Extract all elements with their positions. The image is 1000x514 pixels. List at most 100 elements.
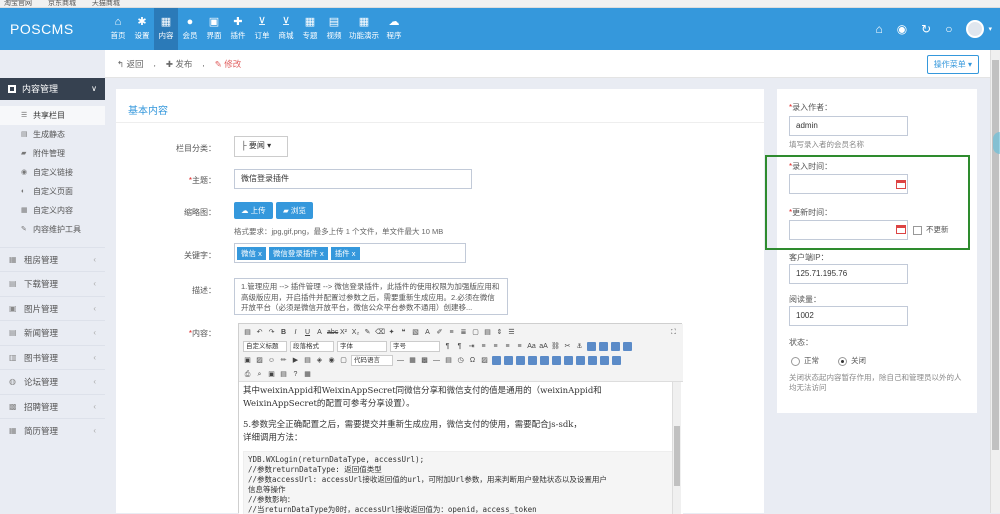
bookmark-item[interactable]: 淘宝官网 xyxy=(4,0,32,7)
operation-menu-button[interactable]: 操作菜单 ▾ xyxy=(926,55,979,74)
nav-item-plugins[interactable]: ✚ 插件 xyxy=(226,8,250,50)
insert-col-icon[interactable] xyxy=(552,356,561,365)
sidebar-subitem-custom-content[interactable]: ▦ 自定义内容 xyxy=(0,201,105,220)
image-center-icon[interactable] xyxy=(623,342,632,351)
app-logo[interactable]: POSCMS xyxy=(10,21,74,37)
ordered-list-icon[interactable]: ≡ xyxy=(447,328,456,337)
clear-doc-icon[interactable]: ▤ xyxy=(483,328,492,337)
close-icon[interactable]: x xyxy=(352,249,356,258)
sidebar-item-forum[interactable]: ◍ 论坛管理 ‹ xyxy=(0,369,105,393)
nav-item-topics[interactable]: ▦ 专题 xyxy=(298,8,322,50)
word-count-icon[interactable]: ▦ xyxy=(303,370,312,379)
editor-scrollbar[interactable] xyxy=(672,382,681,514)
delete-col-icon[interactable] xyxy=(564,356,573,365)
template-icon[interactable]: ▦ xyxy=(408,356,417,365)
auto-format-icon[interactable]: ✦ xyxy=(387,328,396,337)
align-right-icon[interactable]: ≡ xyxy=(503,342,512,351)
sidebar-item-jobs[interactable]: ▩ 招聘管理 ‹ xyxy=(0,394,105,418)
pasteplain-icon[interactable]: ▧ xyxy=(411,328,420,337)
editor-content-area[interactable]: 其中weixinAppid和WeixinAppSecret同微信分享和微信支付的… xyxy=(239,382,683,514)
unlink-icon[interactable]: ✂ xyxy=(563,342,572,351)
nav-item-orders[interactable]: ⊻ 订单 xyxy=(250,8,274,50)
refresh-icon[interactable]: ↻ xyxy=(921,22,931,36)
edit-link[interactable]: ✎ 修改 xyxy=(215,58,242,70)
merge-cells-icon[interactable] xyxy=(576,356,585,365)
direction-ltr-icon[interactable]: ¶ xyxy=(443,342,452,351)
back-link[interactable]: ↰ 返回 xyxy=(117,58,144,70)
browse-button[interactable]: ▰ 浏览 xyxy=(276,202,313,219)
gmap-icon[interactable]: ◉ xyxy=(327,356,336,365)
custom-title-select[interactable]: 自定义标题 xyxy=(243,341,287,352)
align-center-icon[interactable]: ≡ xyxy=(491,342,500,351)
chevron-down-icon[interactable]: ▾ xyxy=(988,25,992,33)
page-scrollbar[interactable] xyxy=(990,50,1000,513)
sidebar-subitem-shared-column[interactable]: ☰ 共享栏目 xyxy=(0,106,105,125)
underline-icon[interactable]: U xyxy=(303,328,312,337)
row-spacing-icon[interactable]: ⇕ xyxy=(495,328,504,337)
select-all-icon[interactable]: ▢ xyxy=(471,328,480,337)
nav-item-settings[interactable]: ✱ 设置 xyxy=(130,8,154,50)
nav-item-mall[interactable]: ⊻ 商城 xyxy=(274,8,298,50)
source-icon[interactable]: ▤ xyxy=(243,328,252,337)
insert-frame-icon[interactable]: ▢ xyxy=(339,356,348,365)
direction-rtl-icon[interactable]: ¶ xyxy=(455,342,464,351)
italic-icon[interactable]: I xyxy=(291,328,300,337)
status-normal-radio[interactable]: 正常 xyxy=(791,355,819,366)
preview-icon[interactable]: ⌕ xyxy=(255,370,264,379)
image-right-icon[interactable] xyxy=(611,342,620,351)
eraser-icon[interactable]: ⌫ xyxy=(375,328,385,337)
radio-circle[interactable] xyxy=(838,356,847,366)
superscript-icon[interactable]: X² xyxy=(339,328,348,337)
keyword-tag[interactable]: 微信 x xyxy=(237,247,266,260)
background-color-icon[interactable]: ✐ xyxy=(435,328,444,337)
keyword-tag[interactable]: 插件 x xyxy=(330,247,360,260)
blockquote-icon[interactable]: ❝ xyxy=(399,328,408,337)
merge-right-icon[interactable] xyxy=(588,356,597,365)
sidebar-subitem-static[interactable]: ▤ 生成静态 xyxy=(0,125,105,144)
lowercase-icon[interactable]: aA xyxy=(539,342,548,351)
close-icon[interactable]: x xyxy=(320,249,324,258)
line-height-icon[interactable]: ☰ xyxy=(507,328,516,337)
insert-image-icon[interactable]: ▨ xyxy=(255,356,264,365)
link-icon[interactable]: ⛓ xyxy=(551,342,560,351)
category-select[interactable]: ├ 要闻 ▾ xyxy=(234,136,288,157)
split-cells-icon[interactable] xyxy=(612,356,621,365)
align-justify-icon[interactable]: ≡ xyxy=(515,342,524,351)
insert-paragraph-icon[interactable] xyxy=(516,356,525,365)
description-textarea[interactable]: 1.管理应用 --> 插件管理 --> 微信登录插件，此插件的使用权限为加强版应… xyxy=(234,278,508,315)
sidebar-subitem-custom-page[interactable]: ◐ 自定义页面 xyxy=(0,182,105,201)
nav-item-program[interactable]: ☁ 程序 xyxy=(382,8,406,50)
ip-input[interactable]: 125.71.195.76 xyxy=(789,264,908,284)
nav-item-content[interactable]: ▦ 内容 xyxy=(154,8,178,50)
delete-table-icon[interactable] xyxy=(504,356,513,365)
time-icon[interactable]: ◷ xyxy=(456,356,465,365)
globe-icon[interactable]: ◉ xyxy=(897,22,907,36)
insert-row-icon[interactable] xyxy=(528,356,537,365)
sidebar-item-download[interactable]: ▤ 下载管理 ‹ xyxy=(0,271,105,295)
sidebar-header[interactable]: 内容管理 ∨ xyxy=(0,78,105,100)
sidebar-item-news[interactable]: ▤ 新闻管理 ‹ xyxy=(0,320,105,344)
font-color-icon[interactable]: A xyxy=(423,328,432,337)
sidebar-item-resumes[interactable]: ▦ 简历管理 ‹ xyxy=(0,418,105,442)
undo-icon[interactable]: ↶ xyxy=(255,328,264,337)
wordimage-icon[interactable]: ▨ xyxy=(480,356,489,365)
print-icon[interactable]: ⎙ xyxy=(243,370,252,379)
sidebar-subitem-maintenance[interactable]: ✎ 内容维护工具 xyxy=(0,220,105,239)
font-family-select[interactable]: 字体 xyxy=(337,341,387,352)
insert-video-icon[interactable]: ▶ xyxy=(291,356,300,365)
horizontal-icon[interactable]: ― xyxy=(432,356,441,365)
fullscreen-icon[interactable]: ⛶ xyxy=(669,328,678,337)
radio-circle[interactable] xyxy=(791,356,800,366)
nav-item-home[interactable]: ⌂ 首页 xyxy=(106,8,130,50)
search-replace-icon[interactable]: ▣ xyxy=(267,370,276,379)
emotion-icon[interactable]: ☺ xyxy=(267,356,276,365)
background-icon[interactable]: ▩ xyxy=(420,356,429,365)
merge-down-icon[interactable] xyxy=(600,356,609,365)
help-icon[interactable]: ? xyxy=(291,370,300,379)
attachment-icon[interactable]: ▤ xyxy=(303,356,312,365)
close-icon[interactable]: x xyxy=(258,249,262,258)
page-scroll-thumb[interactable] xyxy=(992,60,999,450)
align-left-icon[interactable]: ≡ xyxy=(479,342,488,351)
keyword-tag[interactable]: 微信登录插件 x xyxy=(268,247,328,260)
nav-item-members[interactable]: ● 会员 xyxy=(178,8,202,50)
